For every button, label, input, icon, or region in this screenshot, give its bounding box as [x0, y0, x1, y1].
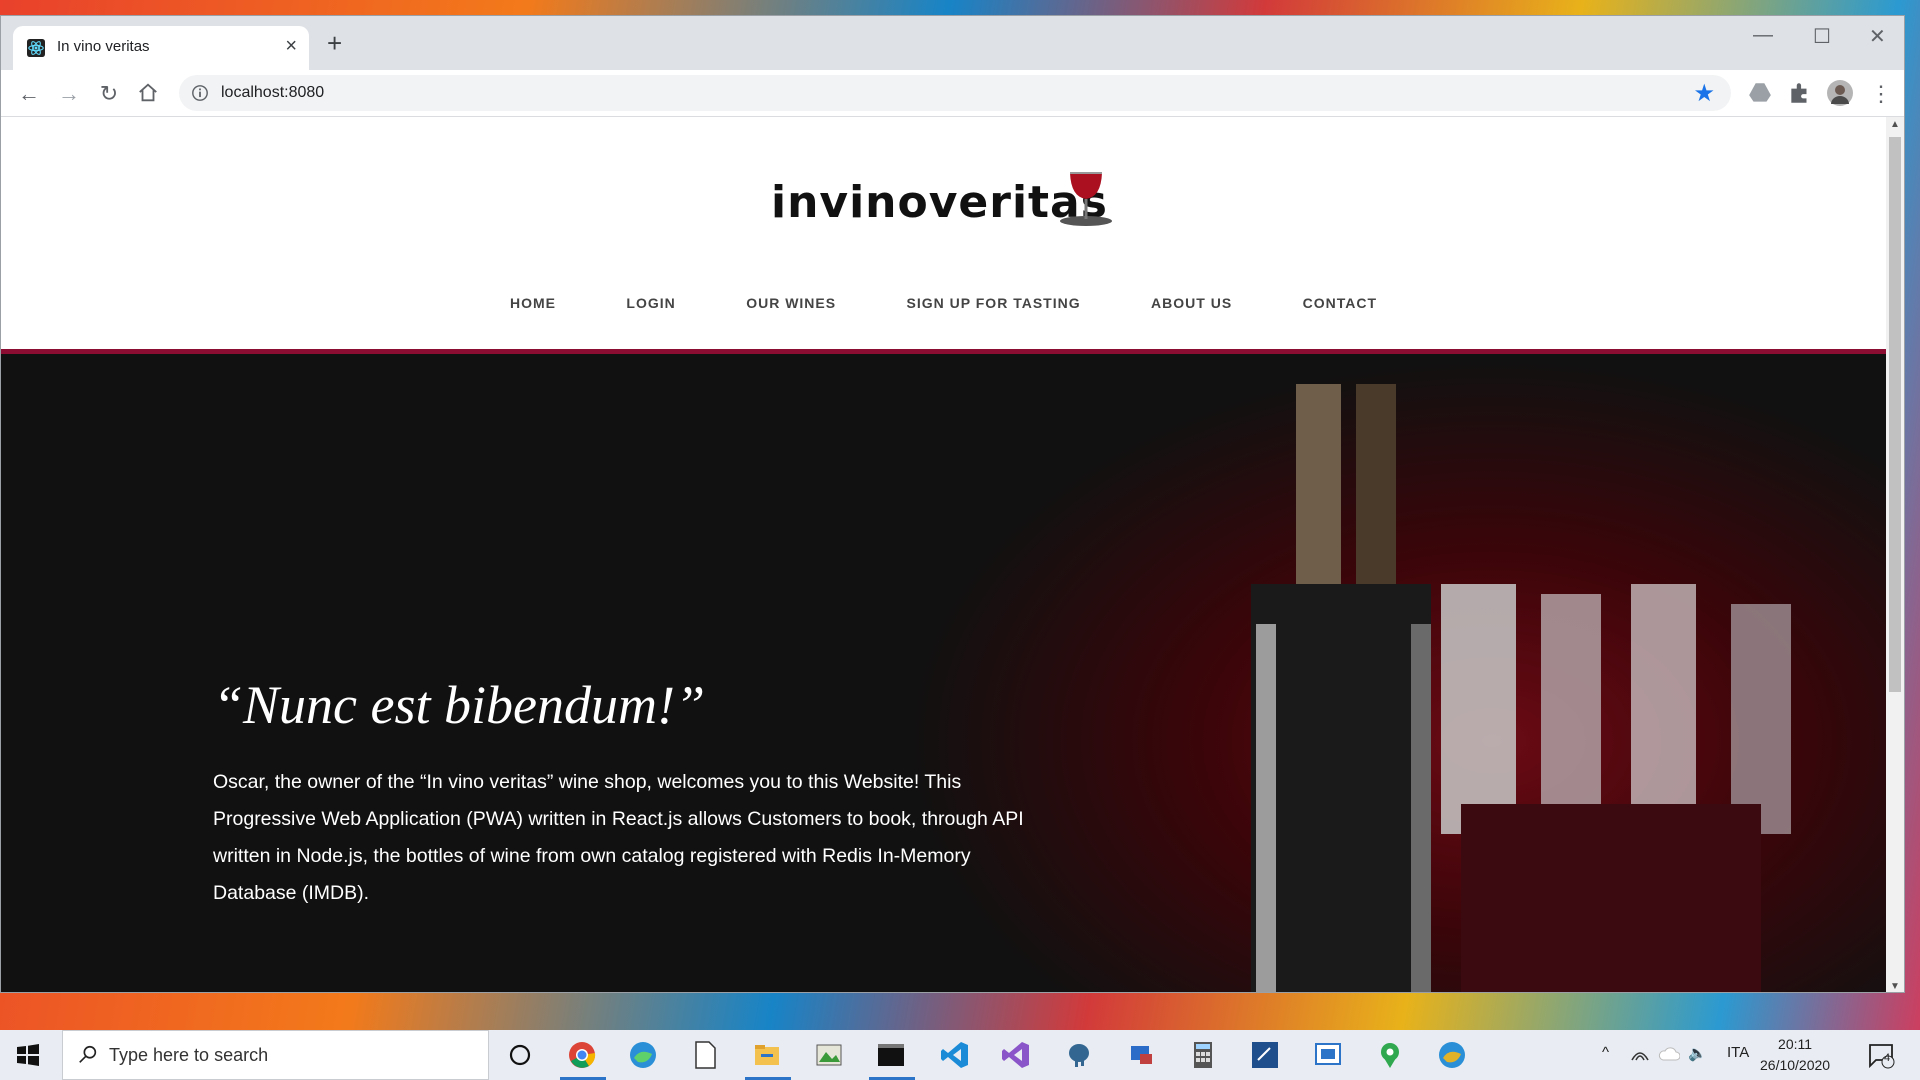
- google-drive-icon[interactable]: [1747, 80, 1773, 106]
- image-editor-icon[interactable]: [814, 1040, 844, 1070]
- taskbar-search-box[interactable]: Type here to search: [62, 1030, 489, 1080]
- notepad-icon[interactable]: [690, 1040, 720, 1070]
- hero-title: “Nunc est bibendum!”: [213, 675, 705, 735]
- calculator-icon[interactable]: [1188, 1040, 1218, 1070]
- windows-taskbar: Type here to search ^ 🔈 ITA 20:11 26/10/…: [0, 1030, 1920, 1080]
- vscode-icon[interactable]: [940, 1040, 970, 1070]
- volume-icon[interactable]: 🔈: [1688, 1044, 1707, 1062]
- remote-desktop-icon[interactable]: [1313, 1040, 1343, 1070]
- nav-login[interactable]: LOGIN: [626, 295, 675, 311]
- wine-glass-icon: [1060, 172, 1112, 226]
- browser-window: In vino veritas × + — ☐ ✕ ← → ↻ localhos…: [0, 15, 1905, 993]
- desktop-wallpaper: [0, 0, 1920, 15]
- sql-server-icon[interactable]: [1250, 1040, 1280, 1070]
- main-nav: HOME LOGIN OUR WINES SIGN UP FOR TASTING…: [1, 295, 1886, 313]
- clock-date: 26/10/2020: [1760, 1057, 1831, 1073]
- profile-avatar-icon[interactable]: [1827, 80, 1853, 106]
- menu-kebab-icon[interactable]: ⋮: [1867, 80, 1895, 108]
- chrome-icon[interactable]: [567, 1040, 597, 1070]
- scroll-up-icon[interactable]: ▲: [1886, 119, 1904, 130]
- search-icon: [79, 1045, 97, 1063]
- minimize-button[interactable]: —: [1753, 24, 1773, 47]
- home-icon[interactable]: [137, 82, 159, 104]
- terminal-icon[interactable]: [876, 1040, 906, 1070]
- nav-contact[interactable]: CONTACT: [1303, 295, 1377, 311]
- forward-icon[interactable]: →: [55, 80, 83, 108]
- onedrive-cloud-icon[interactable]: [1658, 1044, 1680, 1064]
- tab-close-icon[interactable]: ×: [285, 35, 297, 58]
- address-bar[interactable]: localhost:8080 ★: [179, 75, 1731, 111]
- visual-studio-icon[interactable]: [1001, 1040, 1031, 1070]
- hero-section: “Nunc est bibendum!” Oscar, the owner of…: [1, 349, 1886, 992]
- react-icon: [27, 39, 45, 57]
- nav-home[interactable]: HOME: [510, 295, 556, 311]
- wifi-icon[interactable]: [1630, 1044, 1650, 1064]
- web-page: invinoveritas HOME LOGIN OUR WINES SIGN …: [1, 117, 1886, 992]
- wine-bottles-image: [1251, 384, 1791, 992]
- tab-title: In vino veritas: [57, 38, 150, 55]
- scroll-down-icon[interactable]: ▼: [1886, 981, 1904, 992]
- notification-count: 4: [1884, 1052, 1891, 1064]
- show-hidden-icons-chevron[interactable]: ^: [1602, 1044, 1609, 1061]
- taskbar-clock[interactable]: 20:11 26/10/2020: [1760, 1034, 1830, 1076]
- edge-icon[interactable]: [628, 1040, 658, 1070]
- browser-toolbar: ← → ↻ localhost:8080 ★ ⋮: [1, 70, 1904, 117]
- maximize-button[interactable]: ☐: [1813, 24, 1831, 49]
- page-scrollbar[interactable]: ▲ ▼: [1886, 117, 1904, 992]
- reload-icon[interactable]: ↻: [95, 80, 123, 108]
- info-icon[interactable]: [191, 84, 209, 102]
- close-window-button[interactable]: ✕: [1869, 24, 1886, 49]
- url-text: localhost:8080: [221, 84, 325, 101]
- search-placeholder: Type here to search: [109, 1045, 269, 1065]
- bookmark-star-icon[interactable]: ★: [1693, 79, 1715, 108]
- windows-start-icon[interactable]: [16, 1043, 40, 1067]
- hero-text: Oscar, the owner of the “In vino veritas…: [213, 771, 1024, 904]
- back-icon[interactable]: ←: [15, 80, 43, 108]
- notification-center-icon[interactable]: [1866, 1040, 1896, 1070]
- maps-pin-icon[interactable]: [1375, 1040, 1405, 1070]
- nav-our-wines[interactable]: OUR WINES: [746, 295, 836, 311]
- language-indicator[interactable]: ITA: [1727, 1044, 1749, 1061]
- extensions-puzzle-icon[interactable]: [1787, 80, 1813, 106]
- clock-time: 20:11: [1778, 1036, 1813, 1052]
- file-explorer-icon[interactable]: [752, 1040, 782, 1070]
- new-tab-button[interactable]: +: [327, 30, 342, 56]
- nav-sign-up-tasting[interactable]: SIGN UP FOR TASTING: [907, 295, 1081, 311]
- edge-beta-icon[interactable]: [1437, 1040, 1467, 1070]
- cortana-icon[interactable]: [505, 1040, 535, 1070]
- tab-strip: In vino veritas × + — ☐ ✕: [1, 16, 1904, 70]
- network-tool-icon[interactable]: [1126, 1040, 1156, 1070]
- scroll-thumb[interactable]: [1889, 137, 1901, 692]
- nav-about-us[interactable]: ABOUT US: [1151, 295, 1232, 311]
- postgres-elephant-icon[interactable]: [1064, 1040, 1094, 1070]
- tab-in-vino-veritas[interactable]: In vino veritas ×: [13, 26, 309, 70]
